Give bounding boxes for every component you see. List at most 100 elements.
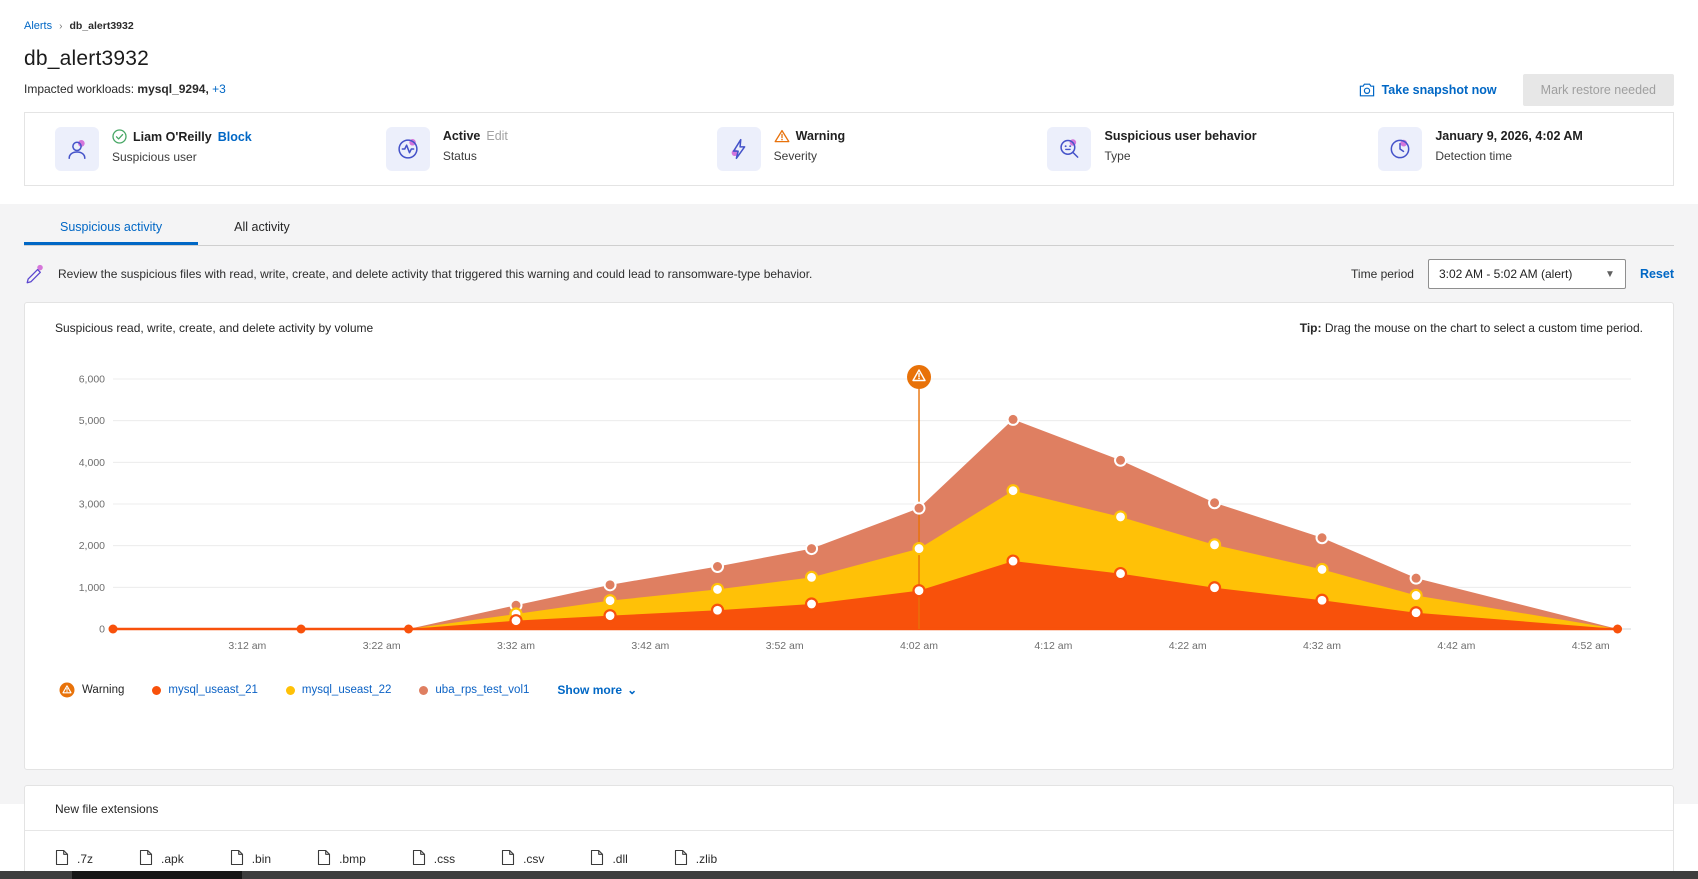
show-more-button[interactable]: Show more ⌄ (557, 683, 637, 697)
legend-item-mysql-useast-21[interactable]: mysql_useast_21 (152, 684, 258, 696)
chart-tip: Tip: Drag the mouse on the chart to sele… (1299, 321, 1643, 335)
legend-item-mysql-useast-22[interactable]: mysql_useast_22 (285, 684, 391, 696)
chart-wrap: 0 1,000 2,000 3,000 4,000 5,000 6,000 3:12 am 3:… (55, 349, 1643, 680)
mark-restore-button[interactable]: Mark restore needed (1522, 74, 1674, 106)
status-value: Active (442, 129, 481, 143)
svg-text:3:22 am: 3:22 am (363, 640, 401, 652)
severity-value: Warning (795, 129, 846, 143)
scrollbar-thumb[interactable] (72, 871, 242, 879)
extension-chip-dll: .dll (590, 849, 628, 869)
series-dot-icon (285, 685, 295, 695)
breadcrumb-current: db_alert3932 (69, 20, 134, 32)
detection-time-value: January 9, 2026, 4:02 AM (1435, 129, 1583, 143)
summary-card-type: Suspicious user behavior Type (1047, 127, 1378, 171)
file-icon (674, 849, 688, 869)
summary-card-status: Active Edit Status (385, 127, 717, 171)
activity-chart[interactable]: 0 1,000 2,000 3,000 4,000 5,000 6,000 3:12 am 3:… (55, 349, 1641, 675)
extension-chip-css: .css (412, 849, 455, 869)
status-pulse-icon (385, 127, 430, 171)
summary-card-detection-time: January 9, 2026, 4:02 AM Detection time (1378, 127, 1643, 171)
svg-text:6,000: 6,000 (79, 374, 105, 386)
page-header: Alerts › db_alert3932 db_alert3932 Impac… (0, 0, 1698, 106)
file-icon (55, 849, 69, 869)
svg-text:5,000: 5,000 (79, 415, 105, 427)
svg-text:4:42 am: 4:42 am (1437, 640, 1475, 652)
severity-caption: Severity (773, 149, 818, 163)
extension-chip-bin: .bin (230, 849, 271, 869)
time-period-select[interactable]: 3:02 AM - 5:02 AM (alert) ▼ (1427, 259, 1626, 289)
svg-text:4:22 am: 4:22 am (1169, 640, 1207, 652)
legend-item-uba-rps-test-vol1[interactable]: uba_rps_test_vol1 (419, 684, 529, 696)
impacted-more-link[interactable]: +3 (212, 82, 226, 96)
take-snapshot-button[interactable]: Take snapshot now (1359, 83, 1497, 97)
suspicious-user-caption: Suspicious user (112, 150, 197, 164)
svg-text:3,000: 3,000 (79, 499, 105, 511)
legend-item-warning[interactable]: Warning (59, 682, 124, 698)
impacted-label: Impacted workloads: (24, 82, 135, 96)
extension-chip-bmp: .bmp (317, 849, 366, 869)
summary-card-severity: Warning Severity (716, 127, 1048, 171)
tab-suspicious-activity[interactable]: Suspicious activity (24, 210, 199, 245)
block-user-link[interactable]: Block (218, 130, 252, 144)
review-banner-text: Review the suspicious files with read, w… (58, 267, 813, 281)
file-icon (139, 849, 153, 869)
alert-summary-bar: Liam O'Reilly Block Suspicious user Acti… (24, 112, 1674, 186)
series-dot-icon (419, 685, 429, 695)
new-file-extensions-card: New file extensions .7z .apk .bin .bmp .… (24, 785, 1674, 879)
svg-text:4:52 am: 4:52 am (1572, 640, 1610, 652)
extensions-title: New file extensions (55, 802, 159, 816)
chart-title: Suspicious read, write, create, and dele… (55, 321, 374, 335)
svg-text:3:12 am: 3:12 am (228, 640, 266, 652)
divider (25, 830, 1673, 831)
type-caption: Type (1104, 149, 1131, 163)
impacted-workload-name: mysql_9294, (137, 82, 209, 96)
detection-time-caption: Detection time (1435, 149, 1513, 163)
extension-chip-7z: .7z (55, 849, 93, 869)
file-icon (590, 849, 604, 869)
check-circle-icon (112, 129, 127, 144)
status-caption: Status (442, 149, 477, 163)
svg-text:1,000: 1,000 (79, 582, 105, 594)
summary-card-suspicious-user: Liam O'Reilly Block Suspicious user (55, 127, 386, 171)
file-icon (317, 849, 331, 869)
chevron-down-icon: ▼ (1605, 268, 1615, 280)
breadcrumb-alerts-link[interactable]: Alerts (24, 20, 52, 32)
svg-text:3:52 am: 3:52 am (766, 640, 804, 652)
tab-bar: Suspicious activity All activity (24, 210, 1674, 246)
breadcrumb: Alerts › db_alert3932 (24, 20, 1674, 32)
svg-text:4:12 am: 4:12 am (1034, 640, 1072, 652)
review-banner: Review the suspicious files with read, w… (24, 259, 1674, 289)
camera-icon (1359, 83, 1374, 97)
file-icon (412, 849, 426, 869)
page-title: db_alert3932 (24, 47, 150, 70)
activity-chart-card: Suspicious read, write, create, and dele… (24, 302, 1674, 770)
horizontal-scrollbar[interactable] (0, 871, 1698, 879)
series-dot-icon (152, 685, 162, 695)
suspicious-user-name: Liam O'Reilly (133, 129, 212, 144)
extension-chip-csv: .csv (501, 849, 544, 869)
time-period-value: 3:02 AM - 5:02 AM (alert) (1438, 267, 1573, 281)
content-area: Suspicious activity All activity Review … (0, 204, 1698, 879)
tab-all-activity[interactable]: All activity (198, 210, 326, 245)
chevron-down-icon: ⌄ (627, 683, 638, 697)
file-icon (230, 849, 244, 869)
warning-badge-icon (59, 682, 75, 698)
reset-button[interactable]: Reset (1640, 267, 1674, 281)
edit-status-link[interactable]: Edit (486, 129, 508, 143)
svg-text:0: 0 (99, 624, 105, 636)
severity-bolt-icon (716, 127, 761, 171)
breadcrumb-separator: › (59, 20, 63, 32)
extension-chip-zlib: .zlib (674, 849, 717, 869)
type-magnifier-icon (1047, 127, 1092, 171)
extensions-row: .7z .apk .bin .bmp .css .csv .dll .zlib (55, 849, 1643, 869)
time-period-label: Time period (1351, 267, 1414, 281)
warning-triangle-icon (774, 129, 790, 143)
pen-icon (26, 264, 43, 284)
time-period-controls: Time period 3:02 AM - 5:02 AM (alert) ▼ … (1351, 259, 1674, 289)
type-value: Suspicious user behavior (1104, 129, 1257, 143)
header-actions: Take snapshot now Mark restore needed (1359, 74, 1674, 106)
clock-icon (1378, 127, 1423, 171)
svg-text:3:32 am: 3:32 am (497, 640, 535, 652)
svg-text:4,000: 4,000 (79, 457, 105, 469)
svg-text:3:42 am: 3:42 am (631, 640, 669, 652)
